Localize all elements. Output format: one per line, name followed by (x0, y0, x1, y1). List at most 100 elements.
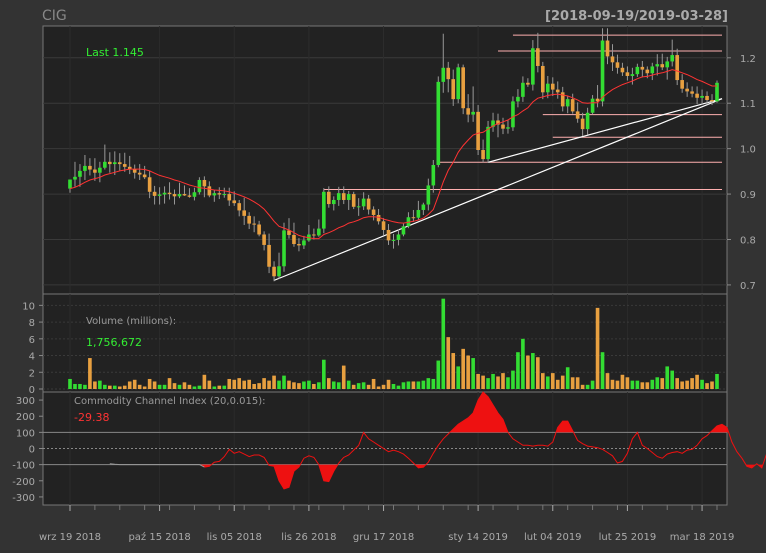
candle-body (690, 91, 694, 94)
candle-body (162, 192, 167, 195)
candle-body (222, 194, 227, 196)
cci-tick-label: 0 (29, 445, 35, 456)
candle-body (600, 40, 605, 102)
candle-body (521, 82, 525, 97)
candle-body (93, 169, 97, 173)
candle-body (635, 66, 640, 75)
volume-bar (237, 378, 242, 389)
candle-body (157, 194, 162, 196)
candle-body (476, 111, 480, 151)
candle-body (112, 162, 117, 165)
candle-body (297, 244, 301, 246)
volume-bar (476, 373, 480, 389)
candle-body (416, 209, 421, 218)
volume-bar (147, 378, 152, 389)
volume-bar (262, 378, 266, 389)
volume-bar (371, 378, 376, 389)
candle-body (336, 193, 341, 200)
volume-bar (366, 384, 371, 389)
volume-bar (192, 386, 197, 389)
x-tick-label: lis 26 2018 (281, 532, 336, 543)
volume-bar (655, 377, 660, 389)
candle-body (317, 228, 321, 236)
candle-body (232, 200, 237, 204)
volume-bar (312, 383, 316, 389)
candle-body (421, 204, 426, 210)
volume-bar (242, 380, 247, 389)
candle-body (511, 101, 515, 128)
volume-bar (441, 298, 446, 389)
volume-bar (446, 337, 451, 389)
candle-body (555, 89, 560, 93)
candle-body (580, 118, 585, 130)
volume-bar (550, 373, 555, 389)
volume-bar (282, 375, 286, 389)
candle-body (441, 67, 446, 82)
candle-body (237, 203, 242, 211)
volume-bar (252, 383, 256, 389)
volume-tick-label: 10 (22, 301, 35, 312)
candle-body (207, 186, 212, 196)
price-tick-label: 1.1 (740, 99, 756, 110)
volume-panel: 0 2 4 6 8 10 Volume (millions): 1,756,672 (22, 293, 728, 396)
x-tick-label: lis 05 2018 (207, 532, 262, 543)
candle-body (620, 67, 625, 73)
candle-body (108, 161, 112, 165)
volume-bar (595, 307, 600, 389)
candle-body (650, 66, 655, 74)
volume-bar (700, 379, 704, 389)
volume-bar (108, 385, 112, 389)
candle-body (575, 111, 580, 119)
volume-bar (685, 380, 689, 389)
cci-tick-label: 100 (16, 428, 35, 439)
candle-body (366, 198, 371, 210)
candle-body (356, 206, 361, 208)
ticker-title: CIG (42, 8, 67, 24)
volume-bar (660, 378, 665, 389)
volume-bar (715, 373, 719, 389)
volume-bar (376, 386, 381, 389)
volume-bar (287, 380, 291, 389)
volume-bar (436, 360, 441, 389)
volume-bar (565, 367, 570, 389)
stock-chart: CIG [2018-09-19/2019-03-28] 0.7 0.8 0.9 1.0… (0, 0, 766, 549)
volume-bar (257, 383, 261, 389)
volume-bar (142, 386, 147, 389)
candle-body (167, 192, 172, 195)
volume-bar (386, 379, 391, 389)
volume-bar (411, 381, 416, 389)
candle-body (312, 234, 316, 236)
candle-body (302, 240, 306, 246)
volume-bar (103, 384, 107, 389)
volume-bar (297, 383, 301, 389)
candle-body (526, 82, 530, 85)
volume-bar (540, 373, 545, 389)
volume-bar (630, 380, 635, 389)
candle-body (192, 192, 197, 197)
volume-bar (456, 366, 461, 389)
x-tick-label: lut 25 2019 (599, 532, 657, 543)
candle-body (117, 162, 122, 165)
volume-bar (93, 381, 97, 389)
candle-body (217, 193, 222, 195)
candle-body (187, 195, 192, 197)
volume-bar (650, 379, 655, 389)
volume-bar (127, 381, 132, 389)
volume-bar (391, 383, 396, 389)
candle-body (137, 172, 142, 175)
volume-bar (346, 380, 351, 389)
volume-bar (341, 365, 346, 389)
candle-body (536, 48, 540, 66)
candle-body (83, 165, 87, 171)
cci-tick-label: -300 (12, 493, 35, 504)
volume-bar (675, 378, 679, 389)
cci-tick-label: 300 (16, 396, 35, 407)
volume-value-label: 1,756,672 (86, 336, 142, 349)
volume-bar (326, 378, 331, 389)
volume-bar (605, 373, 610, 389)
volume-bar (336, 382, 341, 389)
x-tick-label: sty 14 2019 (448, 532, 508, 543)
volume-bar (132, 379, 137, 389)
volume-bar (670, 370, 675, 389)
volume-bar (491, 373, 495, 389)
